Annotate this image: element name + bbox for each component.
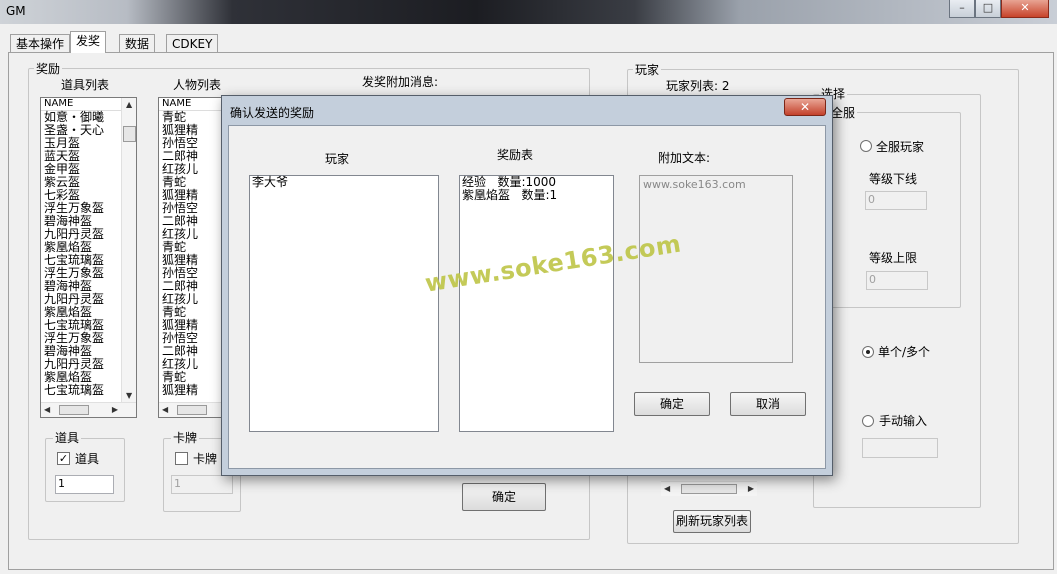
hscroll-thumb[interactable] xyxy=(59,405,89,415)
dialog-reward-rows: 经验 数量:1000 紫凰焰盔 数量:1 xyxy=(460,176,613,202)
scroll-left-icon[interactable]: ◀ xyxy=(44,405,50,414)
item-checkbox-label: 道具 xyxy=(75,452,100,466)
item-checkbox[interactable]: ✓ xyxy=(57,452,70,465)
char-list-label: 人物列表 xyxy=(173,78,222,92)
player-list-count-label: 玩家列表: 2 xyxy=(666,79,730,93)
scroll-right-icon[interactable]: ▶ xyxy=(112,405,118,414)
card-qty-input[interactable]: 1 xyxy=(171,475,233,494)
tab-cdkey[interactable]: CDKEY xyxy=(166,34,219,53)
dialog-extra-text[interactable]: www.soke163.com xyxy=(639,175,793,363)
close-button[interactable]: ✕ xyxy=(1001,0,1049,18)
scroll-thumb[interactable] xyxy=(123,126,136,142)
card-checkbox[interactable] xyxy=(175,452,188,465)
close-icon: ✕ xyxy=(799,100,811,114)
check-icon: ✓ xyxy=(58,452,69,465)
scroll-left-icon[interactable]: ◀ xyxy=(664,484,670,493)
confirm-reward-dialog: 确认发送的奖励 ✕ 玩家 奖励表 附加文本: 李大爷 经验 数量:1000 紫凰焰… xyxy=(221,95,833,476)
character-list-item[interactable]: 狐狸精 xyxy=(159,384,223,397)
scroll-left-icon[interactable]: ◀ xyxy=(162,405,168,414)
character-list-hscroll[interactable]: ◀ xyxy=(159,402,223,417)
item-list[interactable]: NAME 如意・御曦 圣盏・天心 玉月盔 蓝天盔 金甲盔 紫云盔 七彩盔 浮生万象盔 碧海神盔九… xyxy=(40,97,137,418)
level-high-label: 等级上限 xyxy=(869,251,918,265)
level-high-input[interactable]: 0 xyxy=(866,271,928,290)
scroll-right-icon[interactable]: ▶ xyxy=(748,484,754,493)
dialog-player-list[interactable]: 李大爷 xyxy=(249,175,439,432)
item-qty-input[interactable]: 1 xyxy=(55,475,114,494)
player-list-hscroll[interactable]: ◀ ▶ xyxy=(661,481,757,496)
reward-group-label: 奖励 xyxy=(34,62,63,76)
dialog-cancel-button[interactable]: 取消 xyxy=(730,392,806,416)
single-multi-label: 单个/多个 xyxy=(878,345,931,359)
dialog-reward-col-label: 奖励表 xyxy=(497,148,534,162)
card-checkbox-label: 卡牌 xyxy=(193,452,218,466)
tab-strip: 基本操作 发奖 数据 CDKEY xyxy=(10,31,230,53)
manual-input-field[interactable] xyxy=(862,438,938,458)
send-reward-confirm-button[interactable]: 确定 xyxy=(462,483,546,511)
refresh-player-list-button[interactable]: 刷新玩家列表 xyxy=(673,510,751,533)
maximize-button[interactable]: □ xyxy=(975,0,1001,18)
tab-reward[interactable]: 发奖 xyxy=(70,31,107,53)
item-qty-group-label: 道具 xyxy=(53,431,82,445)
item-list-label: 道具列表 xyxy=(61,78,110,92)
all-players-label: 全服玩家 xyxy=(876,140,925,154)
dialog-player-col-label: 玩家 xyxy=(325,152,350,166)
manual-input-radio[interactable] xyxy=(862,415,874,427)
item-list-vscroll[interactable]: ▲ ▼ xyxy=(121,98,136,402)
dialog-reward-item[interactable]: 紫凰焰盔 数量:1 xyxy=(460,189,613,202)
character-list[interactable]: NAME 青蛇 狐狸精 孙悟空 二郎神 红孩儿 青蛇 狐狸精 孙悟空 二郎神 红孩儿 青蛇 狐狸精 孙悟… xyxy=(158,97,224,418)
hscroll-thumb[interactable] xyxy=(177,405,207,415)
scroll-down-icon[interactable]: ▼ xyxy=(126,391,132,400)
tab-data[interactable]: 数据 xyxy=(119,34,156,53)
level-low-label: 等级下线 xyxy=(869,172,918,186)
dialog-ok-button[interactable]: 确定 xyxy=(634,392,710,416)
window-title: GM xyxy=(6,4,26,18)
extra-msg-label: 发奖附加消息: xyxy=(362,75,439,89)
item-list-hscroll[interactable]: ◀ ▶ xyxy=(41,402,136,417)
minimize-button[interactable]: – xyxy=(949,0,975,18)
dialog-body: 玩家 奖励表 附加文本: 李大爷 经验 数量:1000 紫凰焰盔 数量:1 www… xyxy=(228,125,826,469)
dialog-reward-list[interactable]: 经验 数量:1000 紫凰焰盔 数量:1 xyxy=(459,175,614,432)
single-multi-radio[interactable] xyxy=(862,346,874,358)
all-server-label: 全服 xyxy=(829,106,858,120)
window-titlebar: GM – □ ✕ xyxy=(0,0,1057,24)
dialog-title: 确认发送的奖励 xyxy=(230,106,315,120)
card-qty-group-label: 卡牌 xyxy=(171,431,200,445)
dialog-player-item[interactable]: 李大爷 xyxy=(250,176,438,189)
level-low-input[interactable]: 0 xyxy=(865,191,927,210)
player-group-label: 玩家 xyxy=(633,63,662,77)
dialog-text-col-label: 附加文本: xyxy=(658,151,711,165)
dialog-close-button[interactable]: ✕ xyxy=(784,98,826,116)
character-list-rows: 青蛇 狐狸精 孙悟空 二郎神 红孩儿 青蛇 狐狸精 孙悟空 二郎神 红孩儿 青蛇 狐狸精 孙悟空 二郎神红… xyxy=(159,111,223,397)
dialog-player-rows: 李大爷 xyxy=(250,176,438,189)
scroll-up-icon[interactable]: ▲ xyxy=(126,100,132,109)
dialog-extra-text-value: www.soke163.com xyxy=(643,178,746,191)
manual-input-label: 手动输入 xyxy=(879,414,928,428)
tab-basic-ops[interactable]: 基本操作 xyxy=(10,34,71,53)
hscroll-thumb[interactable] xyxy=(681,484,737,494)
all-players-radio[interactable] xyxy=(860,140,872,152)
